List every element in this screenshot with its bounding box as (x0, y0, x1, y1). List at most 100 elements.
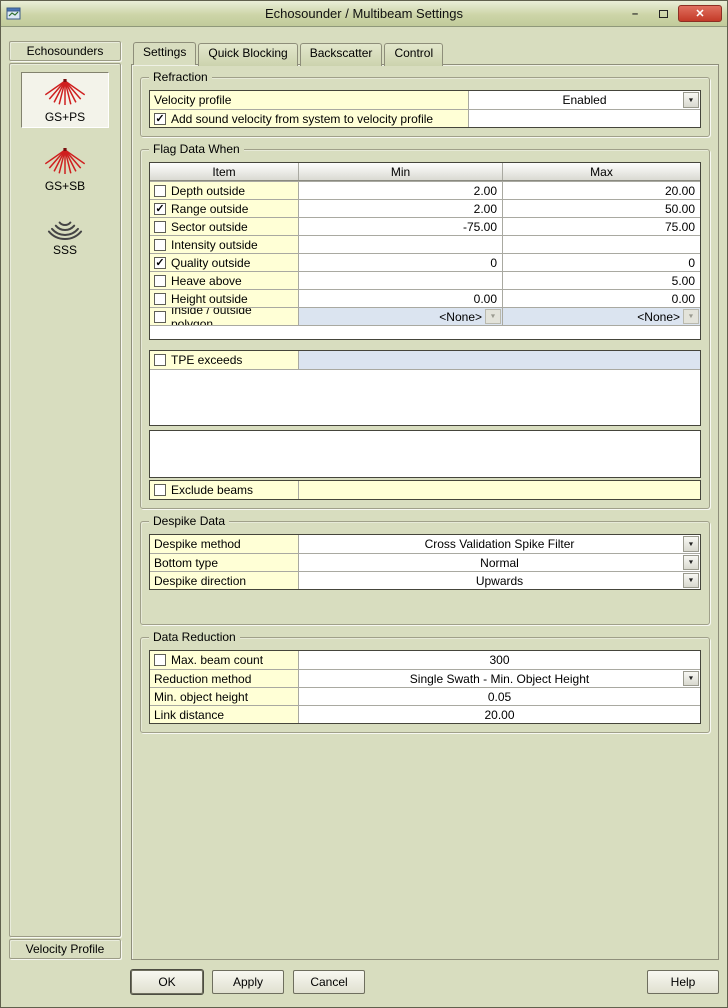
chevron-down-icon: ▼ (688, 313, 695, 319)
table-row: Despike method Cross Validation Spike Fi… (150, 535, 700, 553)
row-label-cell: Intensity outside (150, 236, 298, 253)
max-beam-count-field[interactable]: 300 (298, 651, 700, 669)
dropdown-button[interactable]: ▼ (683, 573, 699, 588)
polygon-max-select[interactable]: <None> ▼ (502, 308, 700, 325)
exclude-beams-checkbox[interactable] (154, 484, 166, 496)
row-label-cell: Max. beam count (150, 651, 298, 669)
max-value-field[interactable]: 20.00 (502, 182, 700, 199)
row-label-cell: ✓ Range outside (150, 200, 298, 217)
table-row: Bottom type Normal ▼ (150, 553, 700, 571)
tab-settings[interactable]: Settings (133, 42, 196, 65)
dropdown-button[interactable]: ▼ (683, 555, 699, 570)
empty-list-panel (149, 430, 701, 478)
min-value-field[interactable]: 0 (298, 254, 502, 271)
min-value-field[interactable] (298, 272, 502, 289)
cancel-button[interactable]: Cancel (293, 970, 365, 994)
heave-above-checkbox[interactable] (154, 275, 166, 287)
sidescan-sonar-icon (47, 215, 83, 241)
refraction-label-cell: Velocity profile (150, 91, 468, 109)
add-sound-velocity-checkbox[interactable]: ✓ (154, 113, 166, 125)
min-value-field[interactable]: 0.00 (298, 290, 502, 307)
ok-button[interactable]: OK (131, 970, 203, 994)
echosounder-list: GS+PS (9, 63, 121, 937)
chevron-down-icon: ▼ (688, 577, 695, 583)
max-value-field[interactable]: 0 (502, 254, 700, 271)
velocity-profile-button[interactable]: Velocity Profile (9, 939, 121, 959)
range-outside-checkbox[interactable]: ✓ (154, 203, 166, 215)
despike-method-select[interactable]: Cross Validation Spike Filter ▼ (298, 535, 700, 553)
apply-button[interactable]: Apply (212, 970, 284, 994)
row-label: Intensity outside (171, 238, 258, 252)
table-row: Link distance 20.00 (150, 705, 700, 723)
row-label-cell: Heave above (150, 272, 298, 289)
row-label-cell: Sector outside (150, 218, 298, 235)
sidebar-item-gs-sb[interactable]: GS+SB (21, 142, 109, 196)
polygon-checkbox[interactable] (154, 311, 166, 323)
row-label: TPE exceeds (171, 353, 242, 367)
max-value-field[interactable]: 0.00 (502, 290, 700, 307)
despike-direction-select[interactable]: Upwards ▼ (298, 572, 700, 589)
group-title: Flag Data When (149, 142, 244, 156)
table-empty-area (150, 369, 700, 425)
bottom-type-select[interactable]: Normal ▼ (298, 554, 700, 571)
min-value-field[interactable]: 2.00 (298, 200, 502, 217)
multibeam-icon (45, 147, 85, 177)
flag-data-table: Item Min Max Depth outside 2.00 20.00 (149, 162, 701, 340)
polygon-min-select[interactable]: <None> ▼ (298, 308, 502, 325)
velocity-profile-select[interactable]: Enabled ▼ (468, 91, 700, 109)
dropdown-button[interactable]: ▼ (683, 536, 699, 552)
tab-strip: Settings Quick Blocking Backscatter Cont… (131, 41, 719, 64)
table-row: Depth outside 2.00 20.00 (150, 181, 700, 199)
tab-control[interactable]: Control (384, 43, 443, 66)
tab-quick-blocking[interactable]: Quick Blocking (198, 43, 297, 66)
sidebar-item-sss[interactable]: SSS (21, 210, 109, 260)
max-value-field[interactable]: 50.00 (502, 200, 700, 217)
max-value-field[interactable]: 5.00 (502, 272, 700, 289)
row-label: Add sound velocity from system to veloci… (171, 112, 433, 126)
min-object-height-field[interactable]: 0.05 (298, 688, 700, 705)
reduction-method-select[interactable]: Single Swath - Min. Object Height ▼ (298, 670, 700, 687)
table-row: ✓ Quality outside 0 0 (150, 253, 700, 271)
row-label: Min. object height (154, 690, 248, 704)
row-label-cell: Despike method (150, 535, 298, 553)
row-label: Reduction method (154, 672, 251, 686)
max-value-field[interactable]: 75.00 (502, 218, 700, 235)
dialog-client: Echosounders (1, 27, 727, 1007)
tpe-exceeds-checkbox[interactable] (154, 354, 166, 366)
tab-backscatter[interactable]: Backscatter (300, 43, 383, 66)
maximize-button[interactable] (650, 5, 676, 22)
tpe-table: TPE exceeds (149, 350, 701, 426)
quality-outside-checkbox[interactable]: ✓ (154, 257, 166, 269)
dropdown-button[interactable]: ▼ (683, 671, 699, 686)
table-row: Exclude beams (150, 481, 700, 499)
row-label: Sector outside (171, 220, 248, 234)
row-label: Max. beam count (171, 653, 263, 667)
min-value-field[interactable]: -75.00 (298, 218, 502, 235)
sidebar-item-gs-ps[interactable]: GS+PS (21, 72, 109, 128)
despike-group: Despike Data Despike method Cross Valida… (140, 521, 710, 625)
max-beam-count-checkbox[interactable] (154, 654, 166, 666)
close-button[interactable]: ✕ (678, 5, 722, 22)
chevron-down-icon: ▼ (688, 675, 695, 681)
titlebar[interactable]: Echosounder / Multibeam Settings – ✕ (1, 1, 727, 27)
sidebar-header: Echosounders (9, 41, 121, 61)
chevron-down-icon: ▼ (490, 313, 497, 319)
help-button[interactable]: Help (647, 970, 719, 994)
table-row: Heave above 5.00 (150, 271, 700, 289)
table-row: Min. object height 0.05 (150, 687, 700, 705)
row-label-cell: Bottom type (150, 554, 298, 571)
link-distance-field[interactable]: 20.00 (298, 706, 700, 723)
exclude-beams-field[interactable] (298, 481, 700, 499)
column-header-item: Item (150, 163, 298, 180)
min-value-field[interactable]: 2.00 (298, 182, 502, 199)
minimize-button[interactable]: – (622, 5, 648, 22)
intensity-outside-checkbox[interactable] (154, 239, 166, 251)
dropdown-button[interactable]: ▼ (683, 92, 699, 108)
sector-outside-checkbox[interactable] (154, 221, 166, 233)
min-value-field[interactable] (298, 236, 502, 253)
max-value-field[interactable] (502, 236, 700, 253)
tpe-value-field[interactable] (298, 351, 700, 369)
depth-outside-checkbox[interactable] (154, 185, 166, 197)
height-outside-checkbox[interactable] (154, 293, 166, 305)
row-label: Heave above (171, 274, 242, 288)
